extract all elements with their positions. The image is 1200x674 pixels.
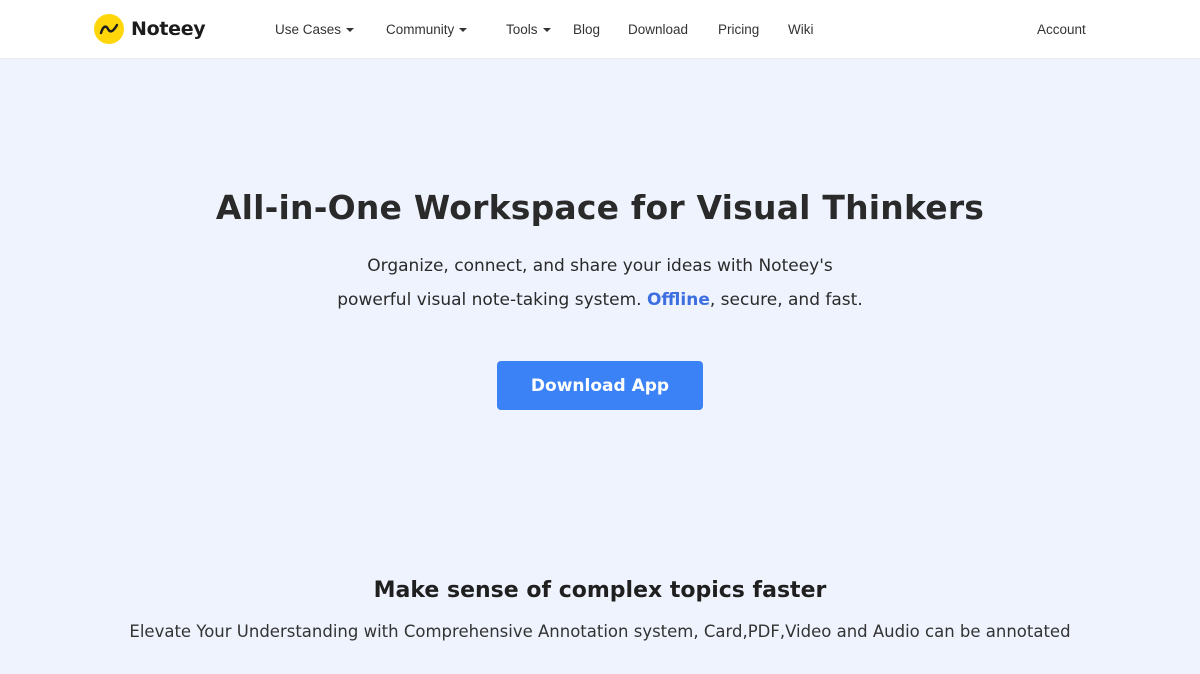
account-link[interactable]: Account [1037, 20, 1086, 38]
nav-item-wiki[interactable]: Wiki [788, 20, 814, 38]
nav-item-download[interactable]: Download [628, 20, 688, 38]
brand-name: Noteey [131, 18, 206, 40]
hero-description-line-1: Organize, connect, and share your ideas … [367, 256, 833, 276]
nav-item-community[interactable]: Community [386, 20, 468, 38]
offline-highlight: Offline [646, 290, 710, 310]
nav-item-label: Download [628, 21, 689, 37]
section-title: Make sense of complex topics faster [373, 578, 827, 603]
brand-logo-link[interactable]: Noteey [94, 14, 206, 44]
nav-item-blog[interactable]: Blog [573, 20, 600, 38]
nav-item-label: Blog [573, 21, 601, 37]
hero-line2-suffix: , secure, and fast. [709, 290, 863, 310]
nav-item-pricing[interactable]: Pricing [718, 20, 759, 38]
caret-down-icon [542, 27, 551, 32]
nav-item-label: Tools [506, 21, 538, 37]
hero-description-line-2: powerful visual note-taking system. Offl… [0, 290, 1200, 310]
top-navbar: Noteey Use Cases Community Tools Blog Do… [0, 0, 1200, 59]
hero-line2-prefix: powerful visual note-taking system. [337, 290, 647, 310]
nav-item-label: Wiki [788, 21, 814, 37]
nav-item-label: Pricing [718, 21, 760, 37]
account-label: Account [1037, 21, 1086, 37]
nav-item-tools[interactable]: Tools [506, 20, 551, 38]
section-subtitle: Elevate Your Understanding with Comprehe… [129, 622, 1071, 641]
caret-down-icon [346, 27, 355, 32]
hero-title: All-in-One Workspace for Visual Thinkers [215, 188, 985, 227]
logo-squiggle-icon [94, 14, 124, 44]
download-app-button[interactable]: Download App [497, 361, 703, 410]
nav-item-label: Use Cases [275, 21, 342, 37]
nav-item-label: Community [386, 21, 455, 37]
nav-item-use-cases[interactable]: Use Cases [275, 20, 355, 38]
caret-down-icon [459, 27, 468, 32]
